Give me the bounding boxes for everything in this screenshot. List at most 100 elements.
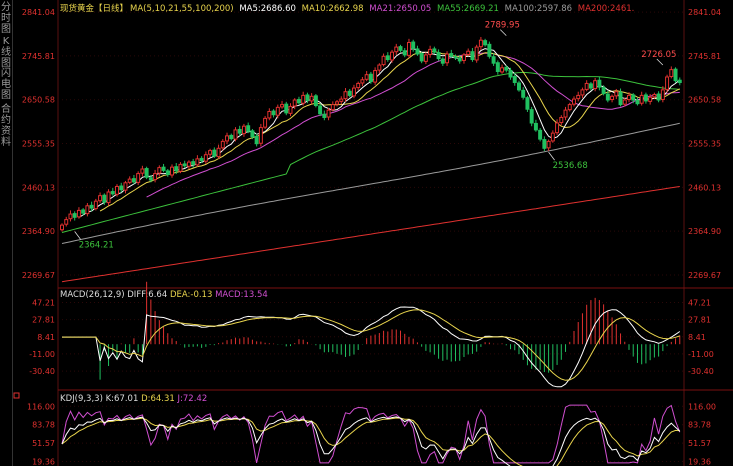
candle-body bbox=[445, 53, 450, 64]
candle-body bbox=[368, 73, 373, 83]
candle-body bbox=[305, 94, 310, 101]
candle-body bbox=[233, 129, 238, 140]
candle-body bbox=[322, 113, 327, 118]
candle-body bbox=[572, 98, 576, 105]
candle-body bbox=[271, 110, 276, 116]
candle-body bbox=[559, 116, 564, 124]
candle-body bbox=[64, 219, 69, 225]
candle-body bbox=[428, 48, 433, 55]
candle-body bbox=[669, 69, 674, 78]
candle-body bbox=[115, 185, 119, 195]
candle-body bbox=[461, 54, 466, 61]
candle-body bbox=[402, 50, 407, 56]
price-annotation: 2536.68 bbox=[553, 161, 588, 171]
candle-body bbox=[309, 95, 314, 102]
candle-body bbox=[622, 99, 627, 105]
candle-body bbox=[440, 58, 445, 64]
candle-body bbox=[635, 99, 640, 105]
candle-body bbox=[68, 213, 73, 220]
candle-body bbox=[385, 55, 390, 61]
candle-body bbox=[411, 41, 416, 49]
candle-body bbox=[563, 109, 568, 118]
candle-body bbox=[229, 134, 234, 140]
candle-body bbox=[203, 154, 208, 162]
candle-body bbox=[212, 149, 217, 157]
candle-body bbox=[381, 55, 386, 66]
candle-body bbox=[60, 224, 64, 231]
candle-body bbox=[639, 94, 644, 104]
candle-body bbox=[220, 140, 225, 149]
candle-body bbox=[601, 87, 606, 95]
candle-body bbox=[432, 48, 437, 53]
candle-body bbox=[157, 167, 162, 174]
candle-body bbox=[275, 106, 280, 116]
candle-body bbox=[258, 127, 263, 144]
y-tick-label: 2269.67 bbox=[688, 271, 721, 280]
candle-body bbox=[98, 195, 103, 202]
candle-body bbox=[415, 48, 420, 55]
candle-body bbox=[153, 173, 158, 181]
candle-body bbox=[161, 166, 166, 171]
candle-body bbox=[652, 93, 657, 98]
candle-body bbox=[360, 79, 365, 84]
price-annotation: 2789.95 bbox=[485, 21, 520, 31]
candle-body bbox=[550, 132, 555, 142]
candle-body bbox=[555, 122, 560, 134]
candle-body bbox=[186, 161, 191, 167]
candle-body bbox=[72, 213, 77, 218]
candle-body bbox=[491, 56, 496, 64]
candle-body bbox=[466, 50, 471, 55]
price-annotation: 2364.21 bbox=[79, 240, 114, 250]
candle-body bbox=[627, 94, 631, 101]
candle-body bbox=[127, 178, 132, 183]
y-tick-label: 2460.13 bbox=[688, 183, 721, 192]
candle-body bbox=[241, 125, 246, 135]
candle-body bbox=[280, 104, 285, 108]
candle-body bbox=[521, 89, 526, 98]
y-tick-label: 83.78 bbox=[688, 421, 711, 430]
candle-body bbox=[398, 46, 403, 51]
y-tick-label: 2364.90 bbox=[688, 227, 721, 236]
y-tick-label: 116.00 bbox=[688, 402, 716, 411]
candle-body bbox=[250, 130, 255, 138]
candle-body bbox=[170, 166, 174, 176]
candle-body bbox=[618, 91, 623, 106]
candle-body bbox=[542, 139, 547, 149]
candle-body bbox=[165, 170, 170, 176]
chart-canvas: 2841.04 2841.04 2745.81 2745.81 2650.58 2650.… bbox=[13, 0, 733, 466]
candle-body bbox=[174, 166, 179, 172]
candle-body bbox=[508, 70, 513, 78]
ma200-line bbox=[61, 186, 680, 283]
candle-body bbox=[208, 150, 213, 155]
candle-body bbox=[288, 105, 293, 114]
y-tick-label: 2460.13 bbox=[22, 183, 55, 192]
y-tick-label: 83.78 bbox=[32, 421, 55, 430]
candle-body bbox=[131, 178, 136, 183]
candle-body bbox=[263, 117, 268, 128]
candle-body bbox=[140, 168, 145, 174]
candle-body bbox=[483, 40, 488, 46]
candle-body bbox=[144, 168, 149, 178]
candle-body bbox=[538, 129, 543, 140]
candle-body bbox=[436, 52, 441, 60]
candle-body bbox=[347, 90, 352, 96]
candle-body bbox=[110, 191, 115, 195]
candle-body bbox=[529, 109, 534, 124]
candle-body bbox=[677, 79, 682, 84]
candle-body bbox=[504, 66, 509, 71]
candle-body bbox=[284, 103, 289, 114]
candle-body bbox=[656, 93, 661, 101]
annotation-leader bbox=[548, 151, 555, 161]
candle-body bbox=[339, 98, 344, 102]
ma55-line bbox=[61, 71, 680, 233]
candle-body bbox=[254, 135, 259, 145]
candle-body bbox=[394, 46, 399, 53]
price-annotation: 2726.05 bbox=[641, 50, 676, 60]
annotation-leader bbox=[74, 231, 82, 240]
y-tick-label: -11.00 bbox=[688, 350, 714, 359]
candle-body bbox=[593, 80, 598, 89]
candle-body bbox=[335, 101, 340, 105]
candle-body bbox=[567, 104, 572, 111]
kdj-j-line bbox=[61, 404, 681, 464]
candle-body bbox=[106, 191, 111, 204]
